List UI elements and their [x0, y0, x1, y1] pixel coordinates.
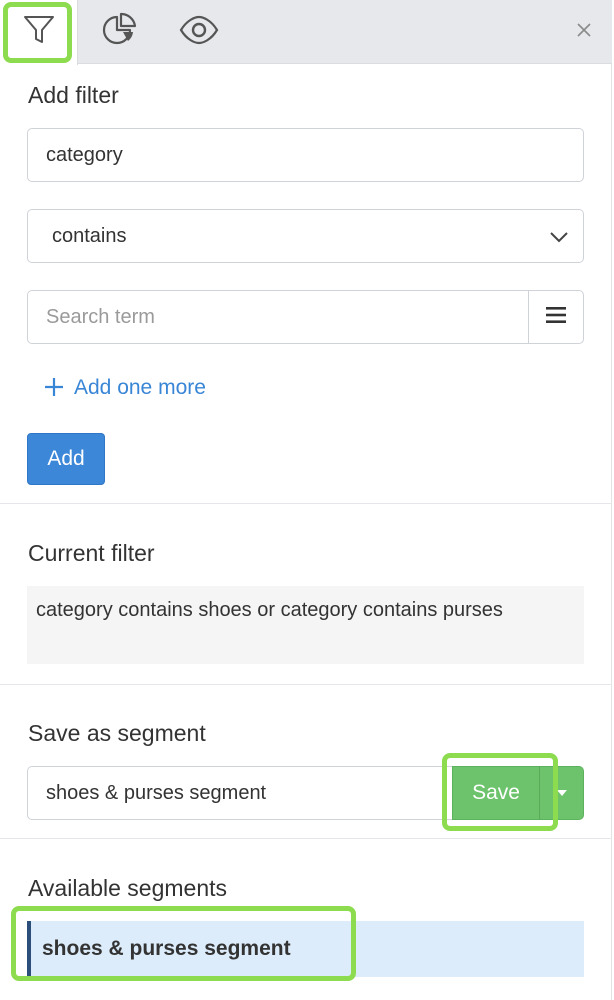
add-one-more-link[interactable]: Add one more — [44, 374, 206, 402]
segment-item-label: shoes & purses segment — [42, 937, 291, 960]
save-segment-heading: Save as segment — [28, 720, 206, 746]
filter-operator-value: contains — [52, 224, 127, 247]
tab-view[interactable] — [166, 0, 232, 64]
chevron-down-icon — [549, 227, 569, 250]
available-segments-heading: Available segments — [28, 875, 228, 901]
pie-chart-icon — [100, 11, 138, 54]
current-filter-text: category contains shoes or category cont… — [27, 586, 584, 664]
filter-field-value: category — [46, 143, 123, 166]
save-segment-button[interactable]: Save — [452, 766, 540, 820]
current-filter-heading: Current filter — [28, 540, 155, 566]
filter-panel: Add filter category contains Add one mor… — [0, 0, 612, 1000]
save-segment-group: shoes & purses segment Save — [27, 766, 584, 820]
funnel-icon — [22, 13, 56, 52]
tab-chart[interactable] — [86, 0, 152, 64]
add-filter-button[interactable]: Add — [27, 433, 105, 485]
panel-tab-bar — [0, 0, 612, 65]
filter-field-select[interactable]: category — [27, 128, 584, 182]
add-one-more-label: Add one more — [74, 376, 206, 399]
search-term-input[interactable] — [27, 290, 529, 344]
segment-name-value: shoes & purses segment — [46, 781, 267, 804]
close-button[interactable] — [570, 18, 598, 46]
section-divider — [0, 503, 612, 504]
menu-icon — [545, 306, 567, 329]
segment-name-input[interactable]: shoes & purses segment — [27, 766, 457, 820]
section-divider — [0, 684, 612, 685]
search-term-group — [27, 290, 584, 344]
add-filter-heading: Add filter — [28, 82, 119, 108]
plus-icon — [44, 374, 64, 402]
search-options-button[interactable] — [528, 290, 584, 344]
filter-operator-select[interactable]: contains — [27, 209, 584, 263]
caret-down-icon — [556, 784, 568, 802]
eye-icon — [179, 15, 219, 50]
tab-filter[interactable] — [0, 0, 78, 65]
save-options-dropdown[interactable] — [539, 766, 584, 820]
section-divider — [0, 838, 612, 839]
segment-list-item[interactable]: shoes & purses segment — [27, 921, 584, 977]
close-icon — [576, 22, 592, 43]
